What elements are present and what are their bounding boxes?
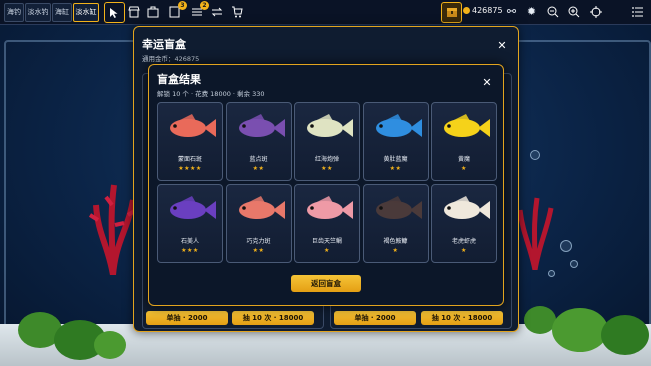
fish-name: 巨齿天竺鲷 [311, 238, 342, 245]
bubble [548, 270, 555, 277]
close-icon: ✕ [497, 39, 507, 52]
zoom-in-icon [568, 6, 579, 17]
bubble [530, 150, 540, 160]
return-to-box-button[interactable]: 返回盲盒 [291, 275, 361, 292]
fish-image [238, 196, 285, 219]
fish-rarity-stars: ★★ [321, 165, 333, 172]
fish-card[interactable]: 红海炮弹 ★★ [294, 102, 360, 181]
tab-freshwater-fishing[interactable]: 淡水钓 [25, 3, 51, 22]
single-draw-button[interactable]: 单抽 · 2000 [146, 311, 228, 325]
swap-button[interactable] [207, 2, 226, 21]
box-result-dialog: 盲盒结果 解锁 10 个 · 花费 18000 · 剩余 330 ✕ 蒙面石斑 ★… [148, 64, 504, 306]
chest-icon [446, 8, 457, 17]
cart-icon [231, 6, 243, 17]
fish-name: 褐色鮟鱇 [383, 238, 408, 245]
green-plant-right [524, 306, 649, 355]
zoom-out-button[interactable] [544, 3, 561, 20]
fish-card[interactable]: 石美人 ★★★ [157, 184, 223, 263]
fish-image [444, 114, 490, 137]
shop-button[interactable] [124, 2, 143, 21]
fish-rarity-stars: ★ [324, 247, 330, 254]
result-title: 盲盒结果 [157, 73, 201, 86]
fish-name: 石美人 [180, 238, 199, 245]
dialog-title: 幸运盲盒 [142, 38, 186, 51]
currency-label: 通用金币：426875 [142, 55, 200, 63]
tab-sea-tank[interactable]: 海缸 [52, 3, 72, 22]
result-close-button[interactable]: ✕ [480, 76, 494, 90]
menu-icon [631, 6, 643, 17]
fish-image [307, 114, 353, 137]
red-plant-right [517, 197, 554, 270]
fish-image [375, 114, 422, 137]
fish-name: 蓝点斑 [249, 156, 268, 163]
result-summary: 解锁 10 个 · 花费 18000 · 剩余 330 [157, 90, 265, 98]
fish-image [375, 196, 422, 219]
tab-freshwater-tank[interactable]: 淡水缸 [73, 3, 99, 22]
green-plant-left [18, 312, 126, 360]
fish-image [170, 114, 216, 137]
zoom-out-icon [547, 6, 558, 17]
tasks-button[interactable]: 3 [165, 1, 187, 21]
list-button[interactable]: 2 [187, 1, 209, 21]
focus-icon [589, 5, 602, 18]
close-icon: ✕ [482, 76, 492, 89]
fish-card[interactable]: 黄肚蓝魔 ★★ [362, 102, 429, 181]
fish-image [170, 196, 216, 219]
bubble [570, 260, 578, 268]
fish-name: 黄魔 [457, 156, 470, 163]
settings-button[interactable]: ✹ [523, 3, 540, 20]
tasks-badge: 3 [178, 1, 187, 10]
coin-counter: 426875 [463, 6, 503, 15]
fish-card[interactable]: 巨齿天竺鲷 ★ [294, 184, 360, 263]
fish-card[interactable]: 褐色鮟鱇 ★ [362, 184, 429, 263]
bubble [560, 240, 572, 252]
inventory-icon [147, 6, 158, 17]
fish-rarity-stars: ★ [461, 165, 467, 172]
fish-rarity-stars: ★★★★ [178, 165, 202, 172]
fish-name: 红海炮弹 [314, 156, 339, 163]
fish-image [307, 196, 353, 219]
fish-card[interactable]: 老虎虾虎 ★ [431, 184, 497, 263]
close-button[interactable]: ✕ [495, 39, 509, 53]
cursor-icon [110, 7, 118, 18]
fish-name: 蒙面石斑 [177, 156, 202, 163]
fish-rarity-stars: ★★ [252, 247, 265, 254]
fish-card[interactable]: 黄魔 ★ [431, 102, 497, 181]
cursor-tool-button[interactable] [104, 2, 125, 23]
fish-image [238, 114, 285, 137]
menu-button[interactable] [629, 3, 646, 20]
fish-card[interactable]: 蓝点斑 ★★ [225, 102, 292, 181]
single-draw-button[interactable]: 单抽 · 2000 [334, 311, 416, 325]
focus-button[interactable] [587, 3, 604, 20]
fish-rarity-stars: ★★ [252, 165, 265, 172]
fish-name: 巧克力斑 [246, 238, 271, 245]
swap-icon [211, 7, 222, 16]
link-button[interactable]: ⚯ [503, 3, 520, 20]
tab-sea-fishing[interactable]: 海钓 [4, 3, 24, 22]
fish-rarity-stars: ★★ [389, 165, 402, 172]
fish-rarity-stars: ★★★ [181, 247, 199, 254]
fish-name: 老虎虾虎 [451, 238, 476, 245]
top-toolbar: 海钓 淡水钓 海缸 淡水缸 3 2 426875 ⚯ ✹ [0, 0, 651, 25]
shop-icon [127, 6, 140, 17]
coin-icon [463, 7, 470, 14]
ten-draw-button[interactable]: 抽 10 次 · 18000 [421, 311, 503, 325]
ten-draw-button[interactable]: 抽 10 次 · 18000 [232, 311, 314, 325]
fish-card[interactable]: 蒙面石斑 ★★★★ [157, 102, 223, 181]
fish-card[interactable]: 巧克力斑 ★★ [225, 184, 292, 263]
red-plant [88, 184, 138, 275]
fish-image [444, 196, 490, 219]
coin-amount: 426875 [472, 6, 503, 15]
fish-name: 黄肚蓝魔 [383, 156, 408, 163]
cart-button[interactable] [227, 2, 246, 21]
fish-rarity-stars: ★ [461, 247, 467, 254]
inventory-button[interactable] [143, 2, 162, 21]
treasure-chest-button[interactable] [441, 2, 462, 23]
fish-rarity-stars: ★ [392, 247, 399, 254]
link-icon: ⚯ [506, 5, 517, 18]
zoom-in-button[interactable] [565, 3, 582, 20]
settings-icon: ✹ [526, 5, 537, 18]
